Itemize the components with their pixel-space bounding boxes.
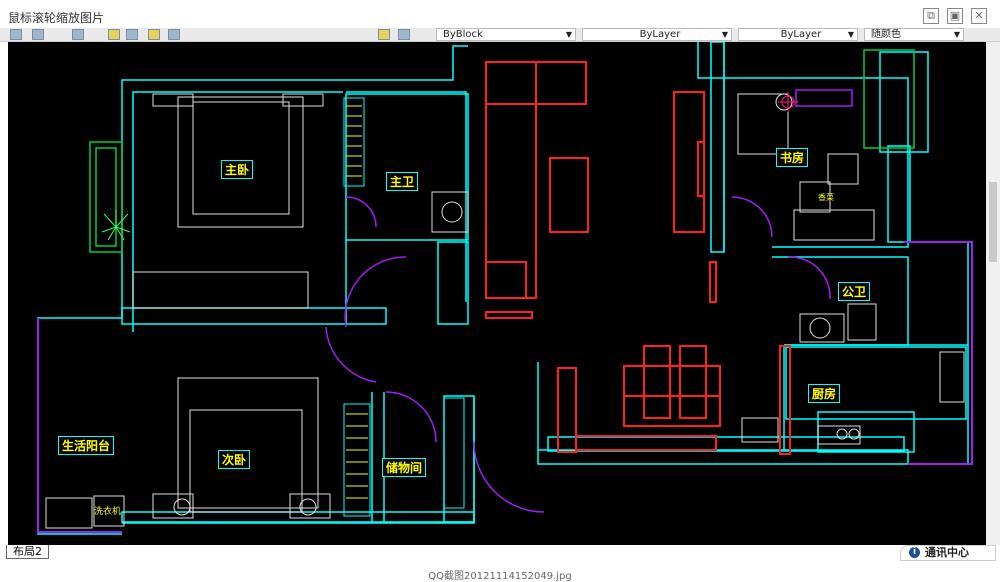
linetype-select-value: ByLayer xyxy=(639,29,681,40)
plant-label: 香菜 xyxy=(818,193,834,202)
communication-center-label: 通讯中心 xyxy=(925,546,969,559)
info-icon: i xyxy=(909,547,920,558)
popout-icon[interactable]: ⧉ xyxy=(923,8,939,24)
lightbulb-icon[interactable] xyxy=(108,29,120,40)
room-label-public-bath: 公卫 xyxy=(838,282,871,301)
room-label-study: 书房 xyxy=(776,148,809,167)
room-label-master-bedroom: 主卧 xyxy=(221,160,254,179)
washer-label: 洗衣机 xyxy=(94,507,122,517)
cad-drawing-canvas[interactable]: 主卧 主卫 书房 公卫 厨房 生活阳台 次卧 储物间 洗衣机 香菜 xyxy=(8,42,986,545)
tool-icon[interactable] xyxy=(10,29,22,40)
restore-icon[interactable]: ▣ xyxy=(947,8,963,24)
color-select-value: 随颜色 xyxy=(871,29,901,40)
tool-icon[interactable] xyxy=(32,29,44,40)
close-icon[interactable]: ✕ xyxy=(971,8,987,24)
tab-layout-2[interactable]: 布局2 xyxy=(6,545,49,559)
chevron-down-icon: ▼ xyxy=(565,30,572,39)
image-filename: QQ截图20121114152049.jpg xyxy=(428,571,572,582)
scrollbar-thumb[interactable] xyxy=(989,182,997,262)
block-select-value: ByBlock xyxy=(443,29,483,40)
block-select[interactable]: ByBlock ▼ xyxy=(436,28,576,41)
room-label-living-balcony: 生活阳台 xyxy=(58,436,115,455)
window-titlebar: 鼠标滚轮缩放图片 ⧉ ▣ ✕ xyxy=(0,0,1000,30)
cad-toolbar: ByBlock ▼ ByLayer ▼ ByLayer ▼ 随颜色 ▼ xyxy=(0,28,1000,42)
lineweight-select[interactable]: ByLayer ▼ xyxy=(738,28,858,41)
linetype-select[interactable]: ByLayer ▼ xyxy=(582,28,732,41)
chevron-down-icon: ▼ xyxy=(847,30,854,39)
room-label-kitchen: 厨房 xyxy=(808,384,841,403)
room-label-second-bedroom: 次卧 xyxy=(218,450,251,469)
lock-icon[interactable] xyxy=(126,29,138,40)
color-select[interactable]: 随颜色 ▼ xyxy=(864,28,964,41)
status-bar: 布局2 i 通讯中心 QQ截图20121114152049.jpg xyxy=(0,545,1000,582)
room-label-master-bath: 主卫 xyxy=(386,172,419,191)
wardrobes xyxy=(343,97,465,517)
layer-icon[interactable] xyxy=(72,29,84,40)
window-title: 鼠标滚轮缩放图片 xyxy=(8,11,105,25)
wardrobe-hangers xyxy=(346,105,368,499)
communication-center-button[interactable]: i 通讯中心 xyxy=(900,545,996,561)
lineweight-select-value: ByLayer xyxy=(780,29,822,40)
room-label-storage: 储物间 xyxy=(382,458,427,477)
chevron-down-icon: ▼ xyxy=(721,30,728,39)
match-properties-icon[interactable] xyxy=(378,29,390,40)
layer-states-icon[interactable] xyxy=(398,29,410,40)
red-markups xyxy=(485,61,791,455)
vertical-scrollbar[interactable] xyxy=(986,42,1000,545)
grid-icon[interactable] xyxy=(168,29,180,40)
sun-icon[interactable] xyxy=(148,29,160,40)
chevron-down-icon: ▼ xyxy=(953,30,960,39)
